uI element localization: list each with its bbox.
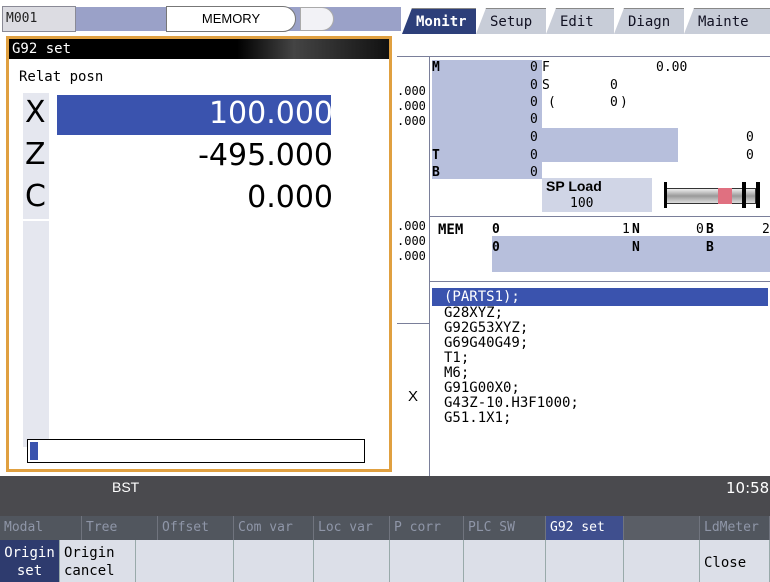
m-code-value-4: 0	[530, 112, 538, 127]
menu-offset[interactable]: Offset	[158, 516, 234, 540]
menu-local-var[interactable]: Loc var	[314, 516, 390, 540]
s-paren-close: )	[620, 95, 628, 110]
input-cursor	[30, 442, 38, 460]
menu-common-var[interactable]: Com var	[234, 516, 314, 540]
coord-value: .000	[397, 219, 426, 233]
divider	[429, 56, 430, 476]
f-value: 0.00	[656, 60, 688, 75]
menu-empty[interactable]	[624, 516, 700, 540]
program-line[interactable]: T1;	[444, 351, 469, 366]
b-value: 2	[762, 222, 770, 237]
dialog-title: G92 set	[9, 39, 389, 59]
b-code-value: 0	[530, 165, 538, 180]
close-button[interactable]: Close	[700, 540, 770, 582]
z-axis-value[interactable]: -495.000	[198, 136, 333, 176]
spindle-load-meter	[656, 180, 766, 210]
x-axis-value[interactable]: 100.000	[209, 94, 333, 134]
s-value: 0	[610, 78, 618, 93]
mode-indicator: MEMORY	[166, 6, 296, 32]
relative-position-label: Relat posn	[19, 69, 104, 85]
n-value: 0	[696, 222, 704, 237]
spindle-load-label: SP Load	[546, 178, 602, 194]
system-id: M001	[2, 6, 76, 32]
m-code-label: M	[432, 60, 440, 75]
m-code-value: 0	[530, 60, 538, 75]
c-axis-value[interactable]: 0.000	[247, 178, 333, 218]
s-paren-value: 0	[610, 95, 618, 110]
softkey-empty[interactable]	[314, 540, 390, 582]
program-line[interactable]: G91G00X0;	[444, 381, 520, 396]
tab-edit[interactable]: Edit	[546, 8, 614, 34]
softkey-empty[interactable]	[234, 540, 314, 582]
divider	[429, 216, 770, 217]
softkey-empty[interactable]	[546, 540, 624, 582]
z-axis-label-box: Z	[23, 135, 49, 177]
coord-value: .000	[397, 99, 426, 113]
t-code-value: 0	[530, 148, 538, 163]
softkey-empty[interactable]	[464, 540, 546, 582]
origin-set-button[interactable]: Origin set	[0, 540, 60, 582]
program-line[interactable]: G92G53XYZ;	[444, 321, 528, 336]
origin-cancel-button[interactable]: Origin cancel	[60, 540, 136, 582]
b-code-label: B	[432, 165, 440, 180]
o-label-2: 0	[492, 240, 500, 255]
c-axis-label-box: C	[23, 177, 49, 219]
menu-load-meter[interactable]: LdMeter	[700, 516, 770, 540]
softkey-empty[interactable]	[624, 540, 700, 582]
x-axis-label: X	[25, 95, 46, 130]
tab-diagnosis[interactable]: Diagn	[614, 8, 684, 34]
status-message: BST	[112, 479, 140, 495]
x-axis-label-box: X	[23, 93, 49, 135]
f-label: F	[542, 60, 550, 75]
b-label: B	[706, 222, 714, 237]
program-line[interactable]: G51.1X1;	[444, 411, 511, 426]
s-paren-open: (	[548, 95, 556, 110]
n-label-2: N	[632, 240, 640, 255]
g92-set-dialog: G92 set Relat posn X 100.000 Z -495.000 …	[6, 36, 392, 472]
menu-tree[interactable]: Tree	[82, 516, 158, 540]
clock: 10:58	[726, 479, 770, 497]
tab-maintenance[interactable]: Mainte	[684, 8, 770, 34]
divider	[397, 323, 429, 324]
program-line[interactable]: G28XYZ;	[444, 306, 503, 321]
axis-column	[23, 221, 49, 447]
program-line[interactable]: M6;	[444, 366, 469, 381]
program-line[interactable]: G69G40G49;	[444, 336, 528, 351]
softkey-empty[interactable]	[136, 540, 234, 582]
program-line[interactable]: (PARTS1);	[444, 290, 520, 305]
menu-plc-switch[interactable]: PLC SW	[464, 516, 546, 540]
s-label: S	[542, 78, 550, 93]
divider	[397, 56, 770, 57]
modal-value: 0	[746, 130, 754, 145]
coord-value: .000	[397, 234, 426, 248]
menu-p-correction[interactable]: P corr	[390, 516, 464, 540]
coord-value: .000	[397, 114, 426, 128]
tab-monitor[interactable]: Monitr	[402, 8, 476, 34]
spindle-load-value: 100	[570, 196, 594, 211]
o-label: 0	[492, 222, 500, 237]
m-code-value-5: 0	[530, 130, 538, 145]
tab-setup[interactable]: Setup	[476, 8, 546, 34]
t-code-label: T	[432, 148, 440, 163]
m-code-value-3: 0	[530, 95, 538, 110]
z-axis-label: Z	[25, 137, 46, 172]
m-code-value-2: 0	[530, 78, 538, 93]
menu-modal[interactable]: Modal	[0, 516, 82, 540]
softkey-empty[interactable]	[390, 540, 464, 582]
o-value: 1	[622, 222, 630, 237]
mode-knob	[300, 7, 334, 31]
value-input[interactable]	[27, 439, 365, 463]
mem-label: MEM	[438, 222, 464, 238]
b-label-2: B	[706, 240, 714, 255]
divider	[429, 281, 770, 282]
menu-g92-set[interactable]: G92 set	[546, 516, 624, 540]
c-axis-label: C	[25, 179, 46, 214]
coord-value: .000	[397, 249, 426, 263]
modal-panel	[432, 60, 770, 186]
modal-value: 0	[746, 148, 754, 163]
axis-marker: X	[408, 388, 419, 405]
n-label: N	[632, 222, 640, 237]
coord-value: .000	[397, 84, 426, 98]
program-line[interactable]: G43Z-10.H3F1000;	[444, 396, 579, 411]
